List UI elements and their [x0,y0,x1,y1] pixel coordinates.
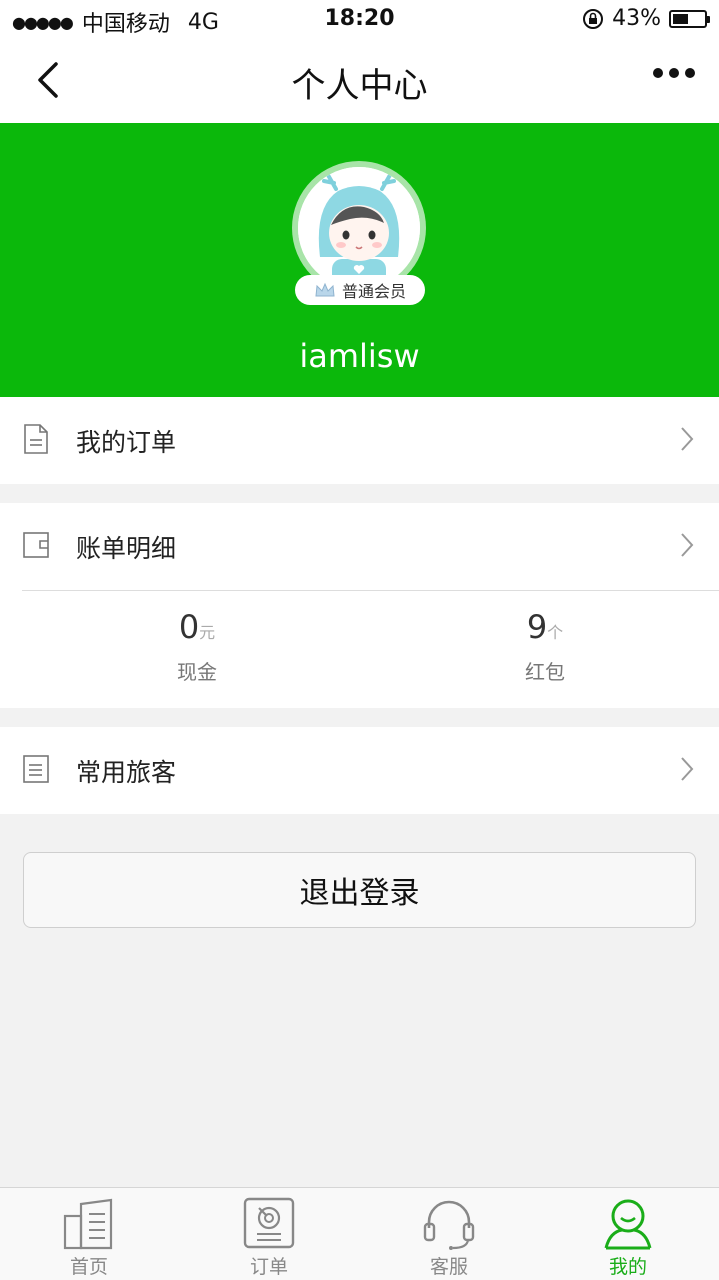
menu-item-frequent-travelers[interactable]: 常用旅客 [0,727,719,814]
tab-customer-service[interactable]: 客服 [399,1196,499,1279]
cash-unit: 元 [199,623,216,642]
tab-bar: 首页 订单 客服 我的 [0,1187,719,1280]
tab-label: 客服 [429,1256,468,1278]
chevron-right-icon [681,757,694,781]
profile-header: 普通会员 iamlisw [0,123,719,397]
menu-item-label: 我的订单 [76,428,177,457]
redpacket-unit: 个 [547,623,564,642]
list-icon [23,755,49,783]
divider [22,590,719,591]
document-icon [24,424,48,454]
cash-label: 现金 [177,660,217,684]
chevron-right-icon [681,427,694,451]
cash-value: 0 [178,608,200,646]
menu-item-my-orders[interactable]: 我的订单 [0,397,719,484]
order-icon [243,1197,295,1249]
headset-icon [423,1200,475,1250]
page-title: 个人中心 [291,66,428,106]
profile-icon [604,1199,652,1250]
battery-icon [669,9,710,28]
wallet-icon [23,532,49,558]
redpacket-label: 红包 [525,660,565,684]
balance-stats: 0元 现金 9个 红包 [0,590,719,708]
username: iamlisw [299,337,420,375]
chevron-right-icon [681,533,694,557]
tab-home[interactable]: 首页 [39,1196,139,1279]
status-bar: ●●●●● 中国移动 4G 18:20 43% [0,0,719,40]
tab-orders[interactable]: 订单 [219,1196,319,1279]
nav-bar: 个人中心 [0,40,719,123]
tab-label: 首页 [69,1256,108,1278]
status-right: 43% [582,6,710,31]
battery-percent: 43% [612,6,661,31]
tab-label: 我的 [608,1256,647,1278]
home-icon [63,1198,113,1250]
menu-item-bill-details[interactable]: 账单明细 [0,503,719,590]
menu-item-label: 账单明细 [76,534,177,563]
avatar-image [298,167,420,289]
crown-icon [315,282,335,297]
tab-mine[interactable]: 我的 [578,1196,678,1279]
member-level-badge: 普通会员 [295,275,425,305]
more-dots-icon[interactable] [653,68,695,78]
tab-label: 订单 [249,1256,288,1278]
avatar[interactable] [298,167,420,289]
cash-stat[interactable]: 0元 现金 [97,608,297,685]
member-level-label: 普通会员 [341,282,406,301]
menu-item-label: 常用旅客 [76,758,177,787]
logout-button[interactable]: 退出登录 [23,852,696,928]
redpacket-value: 9 [526,608,548,646]
rotation-lock-icon [583,8,604,29]
redpacket-stat[interactable]: 9个 红包 [445,608,645,685]
